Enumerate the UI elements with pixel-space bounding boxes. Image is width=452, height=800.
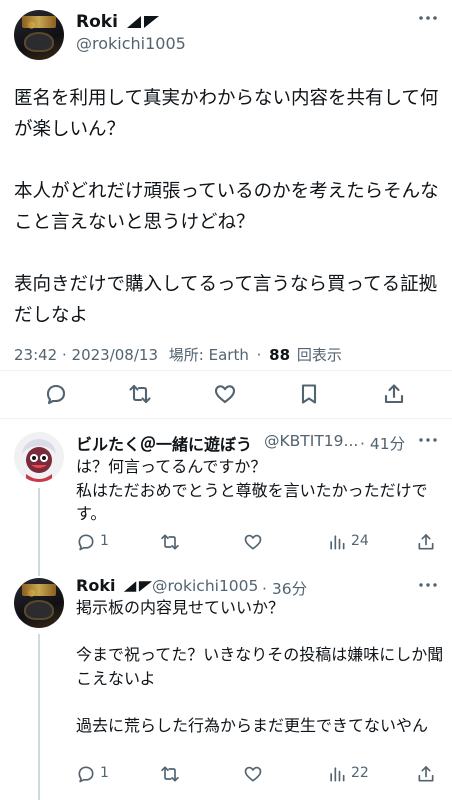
thread-line: [38, 540, 40, 576]
author-handle[interactable]: @KBTIT19...: [264, 432, 358, 450]
more-icon[interactable]: [418, 575, 438, 595]
reply-icon[interactable]: [76, 532, 96, 552]
views-icon[interactable]: [327, 764, 347, 784]
views-label: 回表示: [296, 346, 342, 364]
share-icon[interactable]: [382, 382, 406, 406]
bookmark-icon[interactable]: [297, 382, 321, 406]
reply-icon[interactable]: [76, 764, 96, 784]
views-count: 22: [351, 765, 369, 781]
author-handle[interactable]: @rokichi1005: [152, 577, 258, 595]
share-icon[interactable]: [416, 764, 436, 784]
flag-icon: [123, 580, 153, 593]
action-bar: [0, 378, 452, 412]
retweet-icon[interactable]: [160, 764, 180, 784]
divider: [0, 418, 452, 419]
reply-time[interactable]: · 41分: [360, 432, 405, 454]
meta-separator: ·: [256, 346, 262, 364]
like-icon[interactable]: [243, 764, 263, 784]
more-icon[interactable]: [418, 8, 438, 28]
reply-icon[interactable]: [44, 382, 68, 406]
more-icon[interactable]: [418, 430, 438, 450]
tweet-meta: 23:42 · 2023/08/13 場所: Earth · 88 回表示: [14, 344, 342, 365]
reply-text: は？何言ってるんですか？ 私はただおめでとうと尊敬を言いたかっただけです。: [76, 457, 428, 523]
views-count: 24: [351, 533, 369, 549]
retweet-icon[interactable]: [160, 532, 180, 552]
timestamp[interactable]: 23:42 · 2023/08/13: [14, 346, 158, 364]
retweet-icon[interactable]: [128, 382, 152, 406]
reply-count: 1: [100, 533, 109, 549]
main-tweet: Roki @rokichi1005 匿名を利用して真実かわからない内容を共有して…: [0, 0, 452, 424]
reply-action-bar: 1 22: [0, 760, 452, 790]
views-icon[interactable]: [327, 532, 347, 552]
avatar[interactable]: [14, 432, 64, 482]
reply-action-bar: 1 24: [0, 528, 452, 558]
location: 場所: Earth: [168, 346, 249, 364]
like-icon[interactable]: [213, 382, 237, 406]
flag-icon: [126, 15, 160, 29]
like-icon[interactable]: [243, 532, 263, 552]
author-name[interactable]: Roki: [76, 12, 160, 32]
reply-count: 1: [100, 765, 109, 781]
avatar[interactable]: [14, 10, 64, 60]
author-handle[interactable]: @rokichi1005: [76, 34, 186, 53]
tweet-text: 匿名を利用して真実かわからない内容を共有して何が楽しいん？ 本人がどれだけ頑張っ…: [14, 88, 439, 326]
share-icon[interactable]: [416, 532, 436, 552]
author-name[interactable]: ビルたく＠一緒に遊ぼう: [76, 431, 252, 455]
author-name[interactable]: Roki: [76, 576, 153, 595]
reply-text: 掲示板の内容見せていいか？ 今まで祝ってた？いきなりその投稿は嫌味にしか聞こえな…: [76, 598, 444, 735]
divider: [0, 370, 452, 371]
avatar[interactable]: [14, 578, 64, 628]
views-count: 88: [269, 346, 291, 364]
